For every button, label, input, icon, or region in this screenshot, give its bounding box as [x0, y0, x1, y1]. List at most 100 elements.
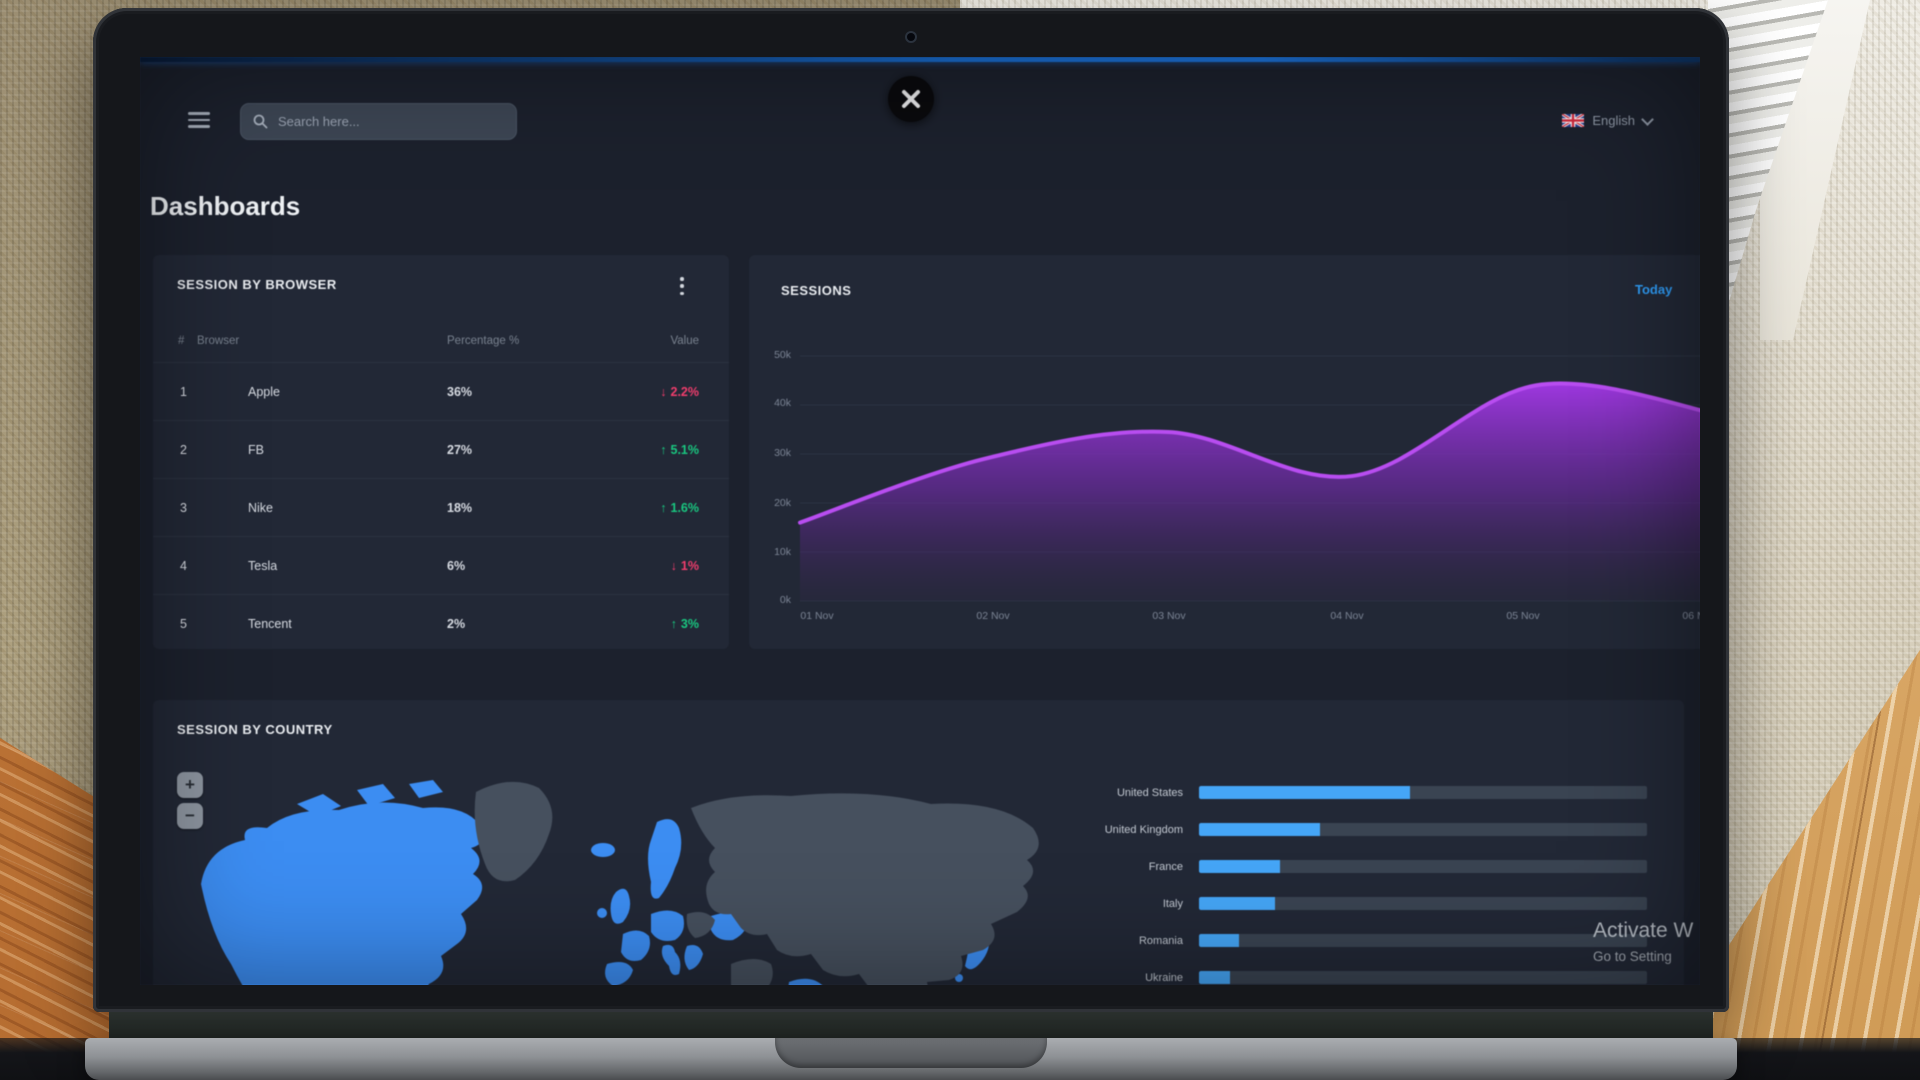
table-header: # Browser Percentage % Value: [153, 335, 729, 362]
search-input[interactable]: [276, 113, 504, 130]
cell-rank: 5: [180, 617, 187, 631]
bar-fill: [1199, 860, 1280, 873]
x-tick: 02 Nov: [963, 610, 1023, 622]
cell-percentage: 36%: [447, 385, 472, 399]
cell-percentage: 2%: [447, 617, 465, 631]
language-label: English: [1592, 113, 1635, 128]
country-row: Ukraine: [983, 959, 1663, 985]
laptop-lid-notch: [775, 1038, 1047, 1068]
y-tick: 20k: [757, 497, 791, 509]
country-label: United States: [983, 787, 1183, 799]
table-row: 3 Nike 18% ↑1.6%: [153, 478, 729, 537]
bar-track: [1199, 971, 1647, 984]
y-tick: 30k: [757, 447, 791, 459]
trend-arrow-icon: ↑: [660, 443, 666, 457]
x-tick: 06 Nov: [1669, 610, 1700, 622]
chevron-down-icon: [1641, 113, 1654, 126]
sessions-card: SESSIONS Today 50k 40k 30k 20k 10k 0k: [749, 255, 1700, 649]
cell-browser: Nike: [248, 501, 273, 515]
cell-percentage: 27%: [447, 443, 472, 457]
menu-icon[interactable]: [188, 112, 210, 129]
laptop-base: [85, 1038, 1737, 1080]
session-by-country-card: SESSION BY COUNTRY + −: [153, 700, 1684, 985]
photo-scene: English Dashboards SESSION BY BROWSER # …: [0, 0, 1920, 1080]
col-value: Value: [670, 335, 699, 347]
y-tick: 50k: [757, 349, 791, 361]
country-row: United States: [983, 774, 1663, 811]
trend-arrow-icon: ↑: [660, 501, 666, 515]
x-tick: 05 Nov: [1493, 610, 1553, 622]
card-title: SESSION BY BROWSER: [177, 277, 337, 292]
cell-value: ↓2.2%: [660, 385, 699, 399]
sessions-area-chart: [800, 350, 1700, 610]
close-icon: [900, 88, 922, 110]
trend-arrow-icon: ↓: [671, 559, 677, 573]
bar-track: [1199, 786, 1647, 799]
world-map: [171, 764, 1071, 985]
country-row: Romania: [983, 922, 1663, 959]
cell-percentage: 18%: [447, 501, 472, 515]
table-row: 4 Tesla 6% ↓1%: [153, 536, 729, 595]
bar-fill: [1199, 971, 1230, 984]
cell-value: ↑5.1%: [660, 443, 699, 457]
y-tick: 40k: [757, 397, 791, 409]
window-top-accent: [140, 57, 1700, 62]
country-label: Italy: [983, 898, 1183, 910]
col-rank: #: [178, 335, 184, 347]
trend-arrow-icon: ↑: [671, 617, 677, 631]
cell-rank: 3: [180, 501, 187, 515]
card-title: SESSION BY COUNTRY: [177, 722, 333, 737]
table-row: 1 Apple 36% ↓2.2%: [153, 362, 729, 421]
area-fill: [800, 384, 1700, 601]
kebab-menu-icon[interactable]: [675, 275, 689, 297]
bar-fill: [1199, 823, 1320, 836]
x-tick: 04 Nov: [1317, 610, 1377, 622]
cell-browser: Tesla: [248, 559, 277, 573]
cell-value: ↑1.6%: [660, 501, 699, 515]
trend-arrow-icon: ↓: [660, 385, 666, 399]
y-tick: 0k: [757, 594, 791, 606]
table-row: 2 FB 27% ↑5.1%: [153, 420, 729, 479]
cell-value: ↑3%: [671, 617, 699, 631]
country-row: United Kingdom: [983, 811, 1663, 848]
cell-percentage: 6%: [447, 559, 465, 573]
session-by-browser-card: SESSION BY BROWSER # Browser Percentage …: [153, 255, 729, 649]
search-icon: [253, 114, 268, 129]
cell-rank: 1: [180, 385, 187, 399]
bar-fill: [1199, 934, 1239, 947]
country-label: Romania: [983, 935, 1183, 947]
bar-track: [1199, 860, 1647, 873]
cell-browser: Tencent: [248, 617, 292, 631]
cell-browser: Apple: [248, 385, 280, 399]
page-title: Dashboards: [150, 191, 300, 222]
laptop: English Dashboards SESSION BY BROWSER # …: [93, 8, 1729, 1074]
language-selector[interactable]: English: [1562, 113, 1652, 128]
cell-rank: 4: [180, 559, 187, 573]
col-percentage: Percentage %: [447, 335, 519, 347]
webcam-dot: [907, 33, 915, 41]
cell-value: ↓1%: [671, 559, 699, 573]
bar-track: [1199, 897, 1647, 910]
x-tick: 01 Nov: [787, 610, 847, 622]
y-tick: 10k: [757, 546, 791, 558]
bar-track: [1199, 934, 1647, 947]
x-tick: 03 Nov: [1139, 610, 1199, 622]
country-label: France: [983, 861, 1183, 873]
close-button[interactable]: [888, 76, 934, 122]
country-label: United Kingdom: [983, 824, 1183, 836]
country-bar-chart: United States United Kingdom France: [983, 774, 1663, 985]
country-row: France: [983, 848, 1663, 885]
laptop-screen: English Dashboards SESSION BY BROWSER # …: [140, 57, 1700, 985]
search-box[interactable]: [240, 103, 517, 140]
col-browser: Browser: [197, 335, 239, 347]
range-today-link[interactable]: Today: [1635, 282, 1672, 297]
card-title: SESSIONS: [781, 283, 851, 298]
uk-flag-icon: [1562, 114, 1584, 127]
bar-fill: [1199, 786, 1410, 799]
table-row: 5 Tencent 2% ↑3%: [153, 594, 729, 653]
cell-rank: 2: [180, 443, 187, 457]
cell-browser: FB: [248, 443, 264, 457]
bar-track: [1199, 823, 1647, 836]
bar-fill: [1199, 897, 1275, 910]
country-label: Ukraine: [983, 972, 1183, 984]
